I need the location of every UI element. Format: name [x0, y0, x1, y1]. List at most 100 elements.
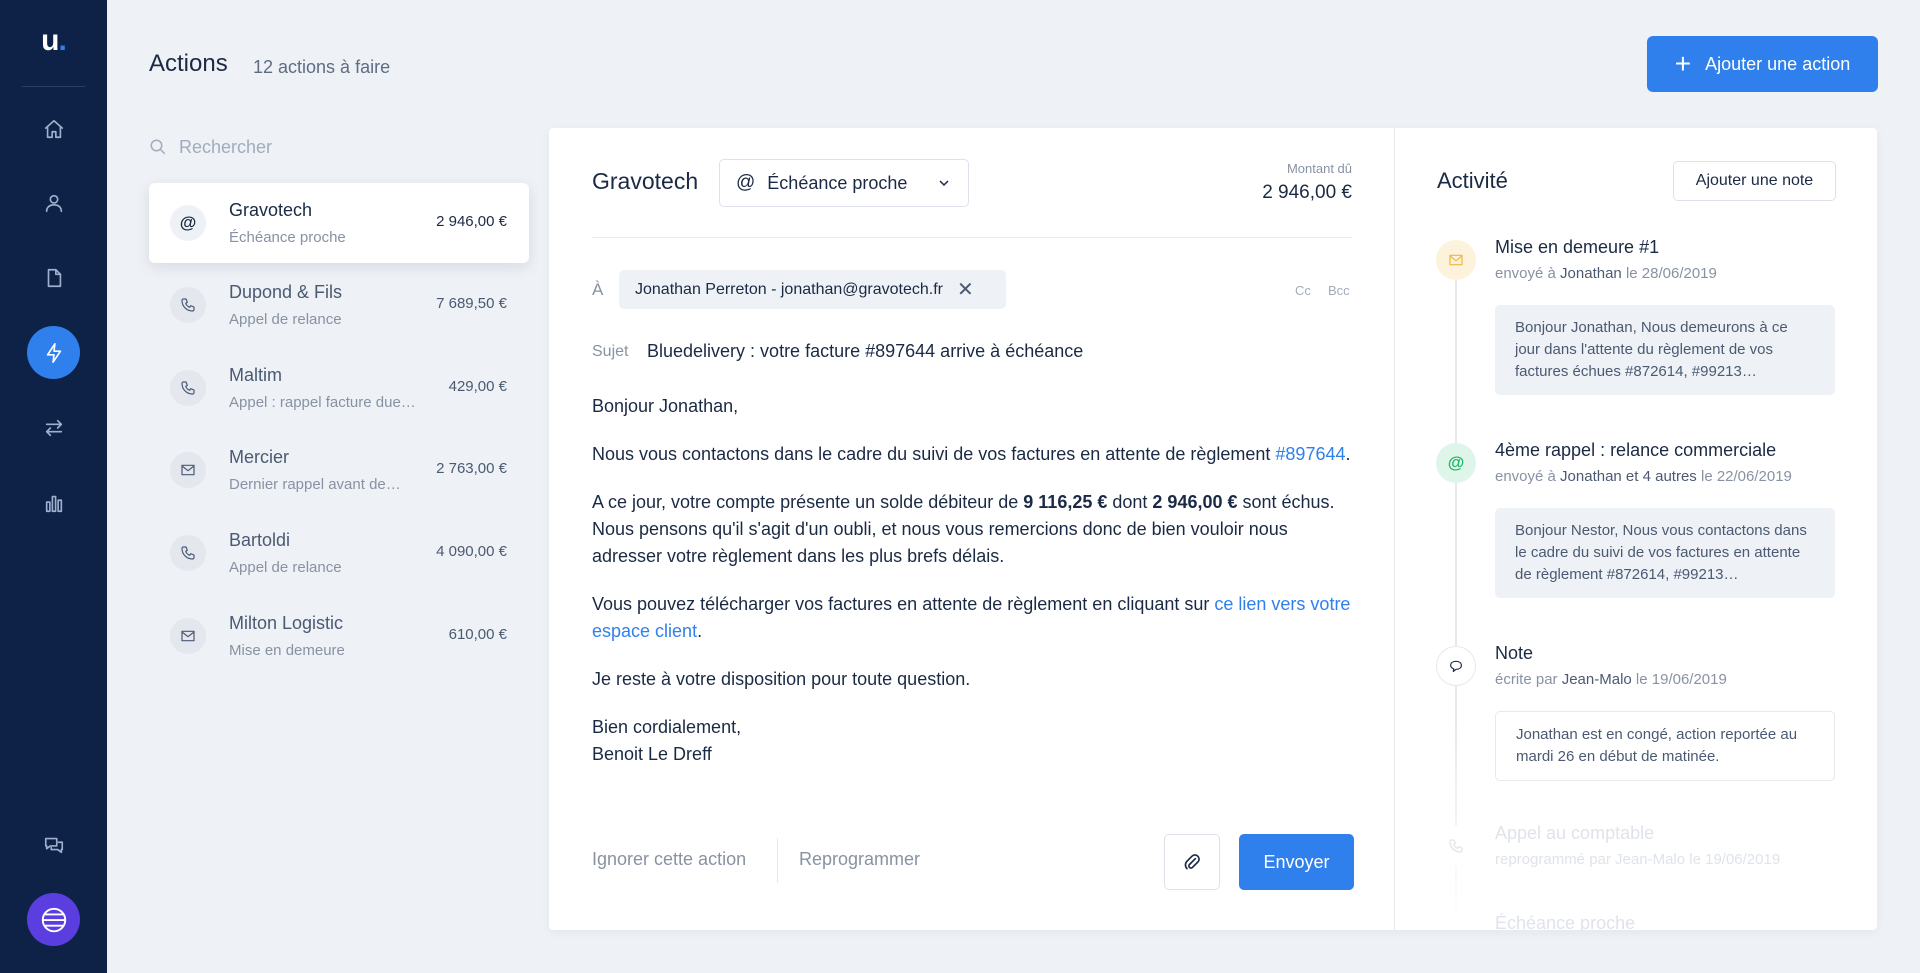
page-title: Actions — [149, 50, 228, 77]
action-item-mercier[interactable]: Mercier Dernier rappel avant de… 2 763,0… — [149, 430, 529, 510]
action-type: Dernier rappel avant de… — [229, 476, 401, 493]
sidebar: u. — [0, 0, 107, 973]
divider — [592, 237, 1352, 238]
email-body[interactable]: Bonjour Jonathan, Nous vous contactons d… — [592, 393, 1352, 789]
nav-invoices[interactable] — [27, 251, 80, 304]
timeline-note[interactable]: Jonathan est en congé, action reportée a… — [1495, 711, 1835, 781]
email-paragraph: Je reste à votre disposition pour toute … — [592, 669, 971, 689]
mail-icon — [1449, 254, 1463, 266]
action-item-maltim[interactable]: Maltim Appel : rappel facture due… 429,0… — [149, 348, 529, 428]
action-name: Milton Logistic — [229, 613, 344, 633]
recipient-chip[interactable]: Jonathan Perreton - jonathan@gravotech.f… — [619, 270, 1006, 309]
recipient-text: Jonathan Perreton - jonathan@gravotech.f… — [635, 280, 943, 298]
action-name: Gravotech — [229, 200, 313, 220]
nav-actions[interactable] — [27, 326, 80, 379]
status-value: Échéance proche — [767, 172, 908, 193]
search-bar — [149, 134, 529, 160]
status-select[interactable]: @ Échéance proche — [719, 159, 969, 207]
client-name: Gravotech — [592, 168, 699, 194]
chat-icon — [44, 837, 63, 853]
app-logo[interactable]: u. — [0, 24, 107, 60]
timeline-title: Appel au comptable — [1495, 823, 1655, 843]
email-paragraph: Nous vous contactons dans le cadre du su… — [592, 444, 1351, 464]
action-name: Mercier — [229, 447, 290, 467]
invoice-link[interactable]: #897644 — [1275, 444, 1345, 464]
action-item-milton[interactable]: Milton Logistic Mise en demeure 610,00 € — [149, 596, 529, 676]
send-button[interactable]: Envoyer — [1239, 834, 1354, 890]
attach-button[interactable] — [1164, 834, 1220, 890]
bar-chart-icon — [45, 495, 62, 512]
sidebar-divider — [22, 86, 85, 87]
timeline-meta: envoyé à Jonathan le 28/06/2019 — [1495, 265, 1717, 282]
phone-icon — [170, 370, 206, 406]
plus-icon: + — [1674, 48, 1692, 79]
add-note-button[interactable]: Ajouter une note — [1673, 161, 1836, 201]
search-icon — [150, 139, 166, 155]
timeline-title: Échéance proche — [1495, 913, 1636, 930]
cc-button[interactable]: Cc — [1295, 283, 1311, 298]
timeline-preview[interactable]: Bonjour Jonathan, Nous demeurons à ce jo… — [1495, 305, 1835, 395]
action-name: Bartoldi — [229, 530, 291, 550]
timeline-note-dot — [1436, 646, 1476, 686]
search-input[interactable] — [179, 136, 479, 158]
add-action-label: Ajouter une action — [1705, 53, 1851, 74]
at-icon: @ — [1436, 443, 1476, 483]
close-icon[interactable]: ✕ — [957, 280, 974, 300]
chevron-down-icon — [939, 180, 949, 187]
nav-contacts[interactable] — [27, 176, 80, 229]
phone-icon — [1449, 839, 1463, 853]
email-paragraph: Vous pouvez télécharger vos factures en … — [592, 594, 1351, 641]
email-paragraph: A ce jour, votre compte présente un sold… — [592, 492, 1335, 566]
at-icon: @ — [736, 172, 756, 193]
amount-due-value: 2 946,00 € — [1262, 182, 1352, 203]
nav-messages[interactable] — [27, 818, 80, 871]
timeline-phone-dot — [1436, 826, 1476, 866]
action-type: Appel de relance — [229, 559, 342, 576]
timeline-mail-dot — [1436, 240, 1476, 280]
action-amount: 2 763,00 € — [436, 460, 507, 477]
timeline-item-clip: Échéance proche — [1495, 905, 1835, 930]
phone-icon — [170, 287, 206, 323]
nav-reports[interactable] — [27, 476, 80, 529]
reschedule-button[interactable]: Reprogrammer — [799, 849, 920, 870]
timeline-preview[interactable]: Bonjour Nestor, Nous vous contactons dan… — [1495, 508, 1835, 598]
avatar[interactable] — [27, 893, 80, 946]
nav-transfers[interactable] — [27, 401, 80, 454]
action-item-gravotech[interactable]: @ Gravotech Échéance proche 2 946,00 € — [149, 183, 529, 263]
subject-label: Sujet — [592, 343, 629, 360]
lightning-icon — [46, 342, 61, 363]
timeline-meta: écrite par Jean-Malo le 19/06/2019 — [1495, 671, 1727, 688]
action-type: Appel de relance — [229, 311, 342, 328]
mail-icon — [170, 618, 206, 654]
timeline-meta: reprogrammé par Jean-Malo le 19/06/2019 — [1495, 851, 1781, 868]
document-icon — [47, 268, 61, 287]
add-action-button[interactable]: + Ajouter une action — [1647, 36, 1878, 92]
subject-field[interactable]: Bluedelivery : votre facture #897644 arr… — [647, 341, 1083, 362]
globe-icon — [41, 907, 66, 932]
action-item-bartoldi[interactable]: Bartoldi Appel de relance 4 090,00 € — [149, 513, 529, 593]
action-type: Échéance proche — [229, 229, 346, 246]
timeline-title: Note — [1495, 643, 1534, 663]
panel-divider — [1394, 128, 1395, 930]
home-icon — [44, 119, 63, 138]
action-type: Appel : rappel facture due… — [229, 394, 416, 411]
ignore-action-button[interactable]: Ignorer cette action — [592, 849, 746, 870]
to-label: À — [592, 280, 604, 299]
timeline-meta: envoyé à Jonathan et 4 autres le 22/06/2… — [1495, 468, 1792, 485]
email-greeting: Bonjour Jonathan, — [592, 396, 739, 416]
email-signature: Bien cordialement, Benoit Le Dreff — [592, 717, 742, 764]
action-amount: 4 090,00 € — [436, 543, 507, 560]
action-name: Maltim — [229, 365, 282, 385]
nav-home[interactable] — [27, 102, 80, 155]
transfer-arrows-icon — [45, 419, 62, 436]
bcc-button[interactable]: Bcc — [1328, 283, 1350, 298]
activity-title: Activité — [1437, 168, 1508, 193]
at-icon: @ — [170, 205, 206, 241]
action-item-dupond[interactable]: Dupond & Fils Appel de relance 7 689,50 … — [149, 265, 529, 345]
mail-icon — [170, 452, 206, 488]
timeline-title: 4ème rappel : relance commerciale — [1495, 440, 1777, 460]
divider — [777, 838, 778, 883]
action-amount: 7 689,50 € — [436, 295, 507, 312]
action-name: Dupond & Fils — [229, 282, 343, 302]
action-amount: 2 946,00 € — [436, 213, 507, 230]
